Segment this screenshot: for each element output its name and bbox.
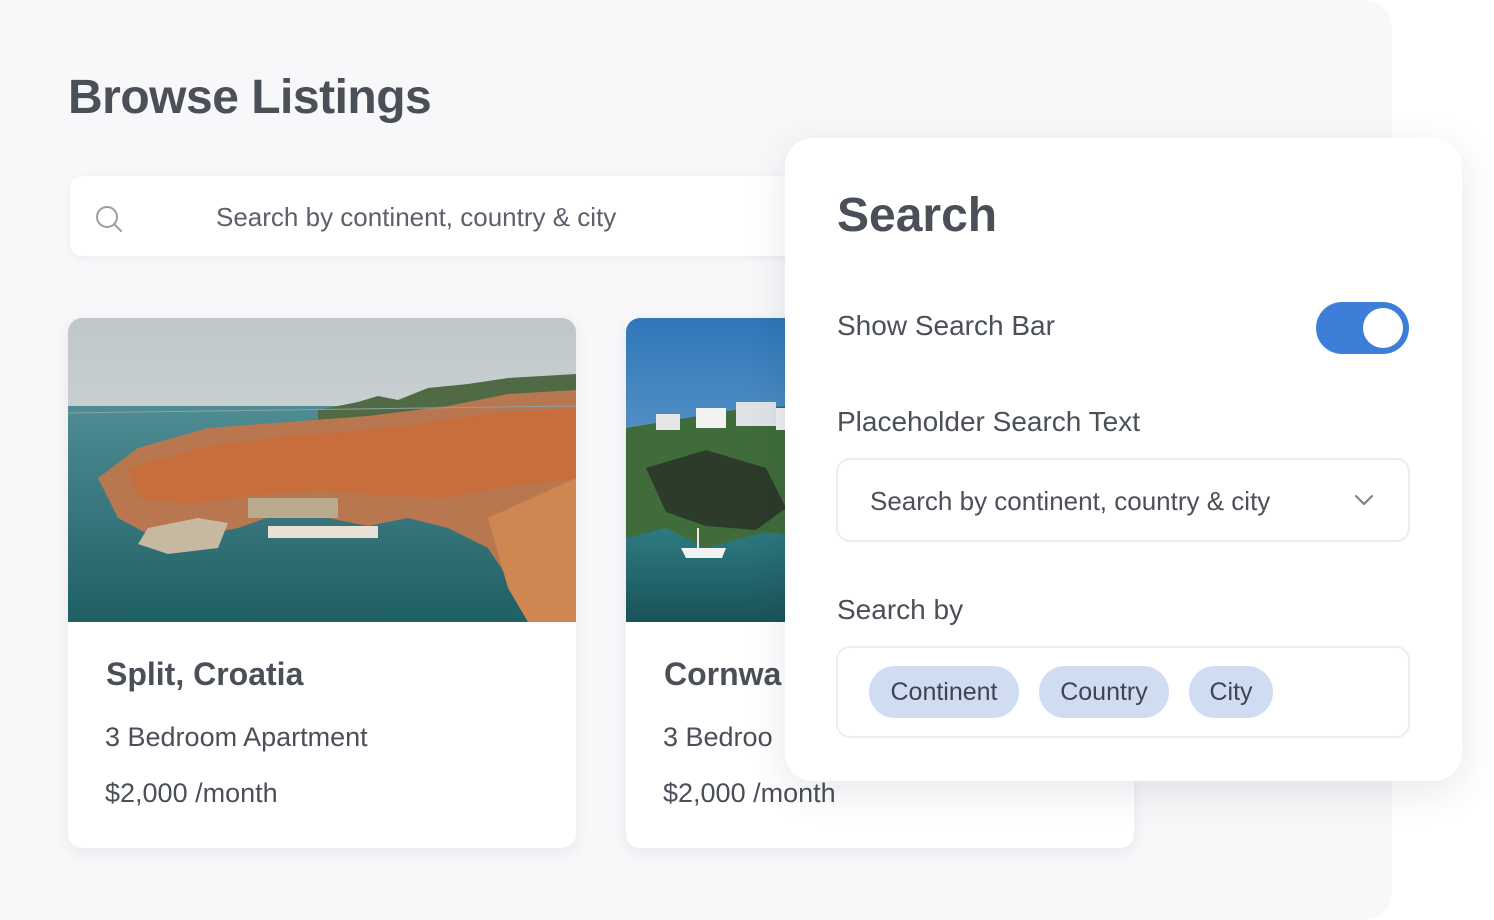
search-by-label: Search by: [837, 594, 964, 625]
chip-continent[interactable]: Continent: [869, 666, 1019, 718]
listing-price: $2,000 /month: [105, 778, 278, 808]
panel-title: Search: [837, 189, 998, 242]
listing-description: 3 Bedroo: [663, 722, 773, 752]
placeholder-text-value: Search by continent, country & city: [870, 486, 1271, 516]
listing-title: Split, Croatia: [106, 656, 304, 692]
search-settings-panel: Search Show Search Bar Placeholder Searc…: [785, 138, 1462, 781]
placeholder-text-label: Placeholder Search Text: [837, 406, 1140, 437]
show-search-bar-toggle[interactable]: [1316, 302, 1409, 354]
search-placeholder: Search by continent, country & city: [216, 202, 617, 232]
listing-photo: [68, 318, 576, 622]
toggle-knob: [1363, 308, 1403, 348]
listing-description: 3 Bedroom Apartment: [105, 722, 368, 752]
search-by-field[interactable]: Continent Country City: [836, 646, 1410, 738]
listing-title: Cornwa: [664, 656, 782, 692]
listing-price: $2,000 /month: [663, 778, 836, 808]
placeholder-text-select[interactable]: Search by continent, country & city: [836, 458, 1410, 542]
search-icon: [96, 206, 122, 232]
page-title: Browse Listings: [68, 71, 432, 124]
chevron-down-icon: [1355, 495, 1373, 505]
search-input[interactable]: Search by continent, country & city: [70, 176, 830, 256]
chip-country[interactable]: Country: [1039, 666, 1169, 718]
show-search-bar-label: Show Search Bar: [837, 310, 1055, 341]
chip-city[interactable]: City: [1189, 666, 1273, 718]
listing-card[interactable]: Split, Croatia 3 Bedroom Apartment $2,00…: [68, 318, 576, 848]
